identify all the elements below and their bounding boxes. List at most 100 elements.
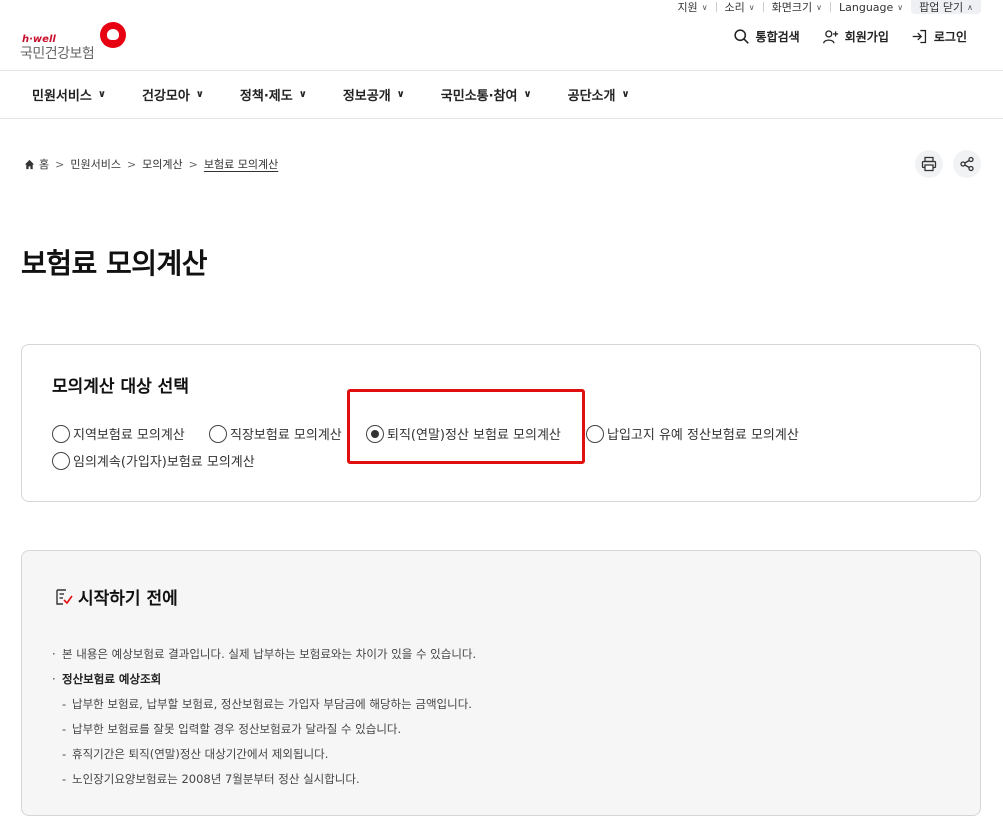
list-item: - 납부한 보험료를 잘못 입력할 경우 정산보험료가 달라질 수 있습니다. xyxy=(52,716,476,741)
util-sound-label: 소리 xyxy=(724,1,745,14)
page-tools xyxy=(915,150,981,178)
bullet: - xyxy=(62,696,67,711)
radio-deferred-settlement[interactable] xyxy=(586,424,604,443)
chevron-down-icon: ∨ xyxy=(523,89,532,100)
notice-text: 납부한 보험료를 잘못 입력할 경우 정산보험료가 달라질 수 있습니다. xyxy=(72,721,402,736)
printer-icon xyxy=(921,156,937,172)
nav-label: 정책·제도 xyxy=(239,89,293,104)
nav-label: 공단소개 xyxy=(567,89,616,104)
option-voluntary-continuation[interactable]: 임의계속(가입자)보험료 모의계산 xyxy=(52,451,255,470)
share-button[interactable] xyxy=(953,150,981,178)
search-button[interactable]: 통합검색 xyxy=(733,28,800,45)
page-title: 보험료 모의계산 xyxy=(21,247,208,280)
search-label: 통합검색 xyxy=(755,30,800,44)
util-font-size-label: 화면크기 xyxy=(771,1,813,14)
radio-workplace[interactable] xyxy=(209,424,227,443)
option-workplace[interactable]: 직장보험료 모의계산 xyxy=(209,424,342,443)
nav-label: 국민소통·참여 xyxy=(440,89,518,104)
login-button[interactable]: 로그인 xyxy=(911,28,967,45)
print-button[interactable] xyxy=(915,150,943,178)
logo-name: 국민건강보험 xyxy=(20,46,95,62)
option-label: 직장보험료 모의계산 xyxy=(230,428,342,443)
notice-text: 본 내용은 예상보험료 결과입니다. 실제 납부하는 보험료와는 차이가 있을 … xyxy=(62,646,477,661)
nav-item-about[interactable]: 공단소개 ∨ xyxy=(568,85,630,104)
nav-label: 건강모아 xyxy=(141,89,190,104)
chevron-down-icon: ∨ xyxy=(816,2,822,12)
calc-target-heading: 모의계산 대상 선택 xyxy=(52,377,189,397)
breadcrumb-civil-service[interactable]: 민원서비스 xyxy=(70,156,121,172)
breadcrumb-simulation[interactable]: 모의계산 xyxy=(142,156,182,172)
before-start-title: 시작하기 전에 xyxy=(78,589,178,609)
join-button[interactable]: 회원가입 xyxy=(822,28,889,45)
list-item: - 휴직기간은 퇴직(연말)정산 대상기간에서 제외됩니다. xyxy=(52,741,476,766)
option-label: 임의계속(가입자)보험료 모의계산 xyxy=(73,455,255,470)
nav-item-health-moa[interactable]: 건강모아 ∨ xyxy=(142,85,204,104)
list-item: - 노인장기요양보험료는 2008년 7월분부터 정산 실시합니다. xyxy=(52,766,476,791)
chevron-down-icon: ∨ xyxy=(97,89,106,100)
util-font-size[interactable]: 화면크기 ∨ xyxy=(764,0,830,15)
nav-label: 민원서비스 xyxy=(32,89,92,104)
login-label: 로그인 xyxy=(933,30,967,44)
bullet: · xyxy=(52,671,56,686)
chevron-down-icon: ∨ xyxy=(748,2,755,12)
bullet: · xyxy=(52,646,56,661)
breadcrumb-separator: > xyxy=(55,157,65,171)
bullet: - xyxy=(62,721,67,736)
search-icon xyxy=(733,29,749,44)
popup-close-button[interactable]: 팝업 닫기 ∧ xyxy=(911,0,981,14)
notice-text: 노인장기요양보험료는 2008년 7월분부터 정산 실시합니다. xyxy=(72,771,360,786)
share-icon xyxy=(960,156,974,172)
checklist-icon xyxy=(56,588,73,605)
option-label: 납입고지 유예 정산보험료 모의계산 xyxy=(607,428,799,443)
popup-close-label: 팝업 닫기 xyxy=(919,1,964,14)
breadcrumb-separator: > xyxy=(126,157,137,171)
join-label: 회원가입 xyxy=(844,30,889,44)
main-nav: 민원서비스 ∨ 건강모아 ∨ 정책·제도 ∨ 정보공개 ∨ 국민소통·참여 ∨ 공단소개 ∨ xyxy=(0,70,1003,119)
list-item: · 정산보험료 예상조회 xyxy=(52,666,476,691)
notice-subheading: 정산보험료 예상조회 xyxy=(62,671,162,686)
notice-text: 휴직기간은 퇴직(연말)정산 대상기간에서 제외됩니다. xyxy=(72,746,329,761)
nav-item-civil-service[interactable]: 민원서비스 ∨ xyxy=(32,85,106,104)
nav-item-info-disclosure[interactable]: 정보공개 ∨ xyxy=(343,85,405,104)
nav-item-communication[interactable]: 국민소통·참여 ∨ xyxy=(441,85,532,104)
nav-item-policy[interactable]: 정책·제도 ∨ xyxy=(240,85,307,104)
util-support[interactable]: 지원 ∨ xyxy=(669,0,715,15)
notice-text: 납부한 보험료, 납부할 보험료, 정산보험료는 가입자 부담금에 해당하는 금… xyxy=(72,696,472,711)
breadcrumb: 홈 > 민원서비스 > 모의계산 > 보험료 모의계산 xyxy=(24,156,278,172)
utility-bar: 지원 ∨ 소리 ∨ 화면크기 ∨ Language ∨ 팝업 닫기 ∧ xyxy=(669,0,981,14)
nav-label: 정보공개 xyxy=(342,89,391,104)
before-start-heading: 시작하기 전에 xyxy=(54,584,178,609)
util-sound[interactable]: 소리 ∨ xyxy=(717,0,763,15)
option-deferred-settlement[interactable]: 납입고지 유예 정산보험료 모의계산 xyxy=(586,424,799,443)
before-start-panel: 시작하기 전에 · 본 내용은 예상보험료 결과입니다. 실제 납부하는 보험료와… xyxy=(21,550,981,816)
breadcrumb-home[interactable]: 홈 xyxy=(39,156,49,172)
list-item: - 납부한 보험료, 납부할 보험료, 정산보험료는 가입자 부담금에 해당하는 … xyxy=(52,691,476,716)
login-icon xyxy=(912,29,926,44)
user-plus-icon xyxy=(822,30,838,44)
highlight-annotation xyxy=(347,389,585,464)
header-actions: 통합검색 회원가입 로그인 xyxy=(733,28,967,45)
chevron-down-icon: ∨ xyxy=(897,2,904,12)
util-language-label: Language xyxy=(839,0,894,14)
bullet: - xyxy=(62,746,67,761)
chevron-down-icon: ∨ xyxy=(396,89,405,100)
option-regional[interactable]: 지역보험료 모의계산 xyxy=(52,424,185,443)
bullet: - xyxy=(62,771,67,786)
util-language[interactable]: Language ∨ xyxy=(831,1,911,14)
heart-logo-icon xyxy=(100,22,126,48)
breadcrumb-current[interactable]: 보험료 모의계산 xyxy=(204,156,278,172)
radio-regional[interactable] xyxy=(52,424,70,443)
chevron-down-icon: ∨ xyxy=(621,89,630,100)
list-item: · 본 내용은 예상보험료 결과입니다. 실제 납부하는 보험료와는 차이가 있을… xyxy=(52,641,476,666)
util-support-label: 지원 xyxy=(677,1,698,14)
breadcrumb-separator: > xyxy=(188,157,198,171)
option-label: 지역보험료 모의계산 xyxy=(73,428,185,443)
home-icon xyxy=(24,159,35,169)
notice-list: · 본 내용은 예상보험료 결과입니다. 실제 납부하는 보험료와는 차이가 있을… xyxy=(52,641,476,791)
chevron-up-icon: ∧ xyxy=(967,2,973,12)
radio-voluntary-continuation[interactable] xyxy=(52,451,70,470)
chevron-down-icon: ∨ xyxy=(195,89,204,100)
chevron-down-icon: ∨ xyxy=(701,2,708,12)
nhis-logo[interactable]: h·well 국민건강보험 xyxy=(20,20,130,62)
chevron-down-icon: ∨ xyxy=(298,89,307,100)
